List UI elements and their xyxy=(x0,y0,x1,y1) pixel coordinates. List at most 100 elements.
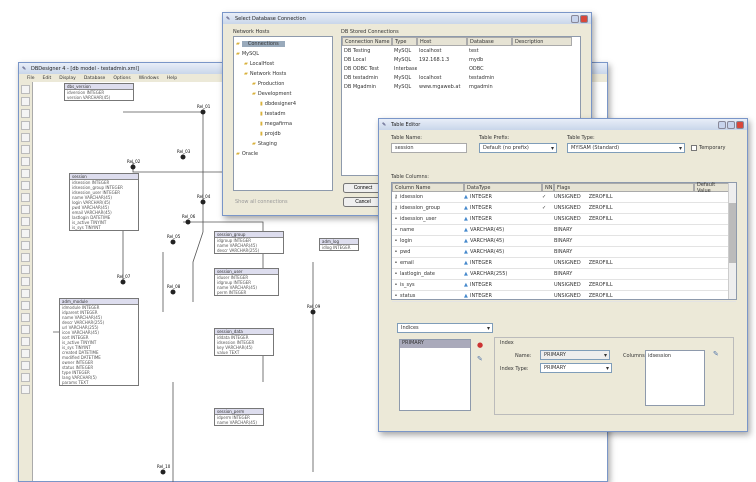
column-header[interactable]: Type xyxy=(392,37,417,46)
menu-item[interactable]: Windows xyxy=(139,76,159,81)
column-row[interactable]: • email ▲ INTEGER UNSIGNED ZEROFILL xyxy=(392,258,736,269)
flag-checkbox[interactable]: ZEROFILL xyxy=(589,205,613,211)
relation-node[interactable] xyxy=(200,199,206,205)
relation-node[interactable] xyxy=(200,109,206,115)
tool-icon[interactable] xyxy=(21,109,30,118)
tree-node[interactable]: ▰ Network Hosts xyxy=(236,69,330,79)
tool-icon[interactable] xyxy=(21,265,30,274)
index-name-input[interactable]: PRIMARY xyxy=(540,350,610,360)
tree-node[interactable]: ▰ MySQL xyxy=(236,49,330,59)
connection-row[interactable]: DB Mgadmin MySQL www.mgaweb.at mgadmin xyxy=(342,82,580,91)
connection-row[interactable]: DB Testing MySQL localhost test xyxy=(342,46,580,55)
help-button[interactable] xyxy=(571,14,579,23)
hosts-tree[interactable]: ▰ Connections ▰ MySQL ▰ LocalHost ▰ Network Hos… xyxy=(233,36,333,191)
column-row[interactable]: • name ▲ VARCHAR(45) BINARY xyxy=(392,225,736,236)
tree-node[interactable]: ▰ Staging xyxy=(236,139,330,149)
diagram-table[interactable]: session_data iddata INTEGER idsession INTE… xyxy=(214,328,274,356)
tool-icon[interactable] xyxy=(21,241,30,250)
not-null-check[interactable]: ✓ xyxy=(542,205,554,211)
flag-checkbox[interactable]: BINARY xyxy=(554,249,572,255)
tree-node[interactable]: ▮ projdb xyxy=(236,129,330,139)
column-header[interactable]: Database xyxy=(467,37,512,46)
relation-node[interactable] xyxy=(130,164,136,170)
tree-node[interactable]: ▰ Oracle xyxy=(236,149,330,159)
tree-node[interactable]: ▮ megafirma xyxy=(236,119,330,129)
close-button[interactable] xyxy=(736,120,744,129)
diagram-table[interactable]: adm_log idlog INTEGER xyxy=(319,238,359,251)
flag-checkbox[interactable]: BINARY xyxy=(554,238,572,244)
column-header[interactable]: Host xyxy=(417,37,467,46)
menu-item[interactable]: Display xyxy=(59,76,76,81)
tree-node[interactable]: ▰ Connections xyxy=(236,39,330,49)
diagram-table[interactable]: session idsession INTEGER idsession_group … xyxy=(69,173,139,231)
prefix-select[interactable]: Default (no prefix) xyxy=(479,143,557,153)
flag-checkbox[interactable]: ZEROFILL xyxy=(589,216,613,222)
menu-item[interactable]: Options xyxy=(113,76,130,81)
tool-icon[interactable] xyxy=(21,217,30,226)
diagram-table[interactable]: session_user iduser INTEGER idgroup INTEGE… xyxy=(214,268,279,296)
index-item[interactable]: PRIMARY xyxy=(400,340,470,348)
diagram-table[interactable]: dbs_version idversion INTEGER version VARC… xyxy=(64,83,134,101)
index-type-select[interactable]: PRIMARY xyxy=(540,363,612,373)
relation-node[interactable] xyxy=(310,309,316,315)
tree-node[interactable]: ▮ testadm xyxy=(236,109,330,119)
tool-icon[interactable] xyxy=(21,385,30,394)
relation-node[interactable] xyxy=(160,469,166,475)
tool-icon[interactable] xyxy=(21,97,30,106)
column-row[interactable]: • is_sys ▲ INTEGER UNSIGNED ZEROFILL xyxy=(392,280,736,291)
index-column-item[interactable]: idsession xyxy=(648,353,671,359)
show-all-checkbox[interactable]: Show all connections xyxy=(235,199,288,205)
diagram-table[interactable]: session_group idgroup INTEGER name VARCHAR… xyxy=(214,231,284,254)
flag-checkbox[interactable]: BINARY xyxy=(554,227,572,233)
tool-icon[interactable] xyxy=(21,301,30,310)
flag-checkbox[interactable]: UNSIGNED xyxy=(554,293,581,299)
tool-icon[interactable] xyxy=(21,325,30,334)
relation-line[interactable] xyxy=(192,231,204,302)
flag-checkbox[interactable]: ZEROFILL xyxy=(589,194,613,200)
tree-node[interactable]: ▰ Production xyxy=(236,79,330,89)
flag-checkbox[interactable]: ZEROFILL xyxy=(589,293,613,299)
flag-checkbox[interactable]: ZEROFILL xyxy=(589,260,613,266)
column-row[interactable]: • lastlogin_date ▲ VARCHAR(255) BINARY xyxy=(392,269,736,280)
table-type-select[interactable]: MYISAM (Standard) xyxy=(567,143,685,153)
flag-checkbox[interactable]: UNSIGNED xyxy=(554,194,581,200)
relation-node[interactable] xyxy=(120,279,126,285)
relation-node[interactable] xyxy=(170,289,176,295)
column-header[interactable]: Column Name xyxy=(392,183,464,192)
column-row[interactable]: • status ▲ INTEGER UNSIGNED ZEROFILL xyxy=(392,291,736,302)
column-row[interactable]: • login ▲ VARCHAR(45) BINARY xyxy=(392,236,736,247)
flag-checkbox[interactable]: ZEROFILL xyxy=(589,282,613,288)
relation-node[interactable] xyxy=(180,154,186,160)
cancel-button[interactable]: Cancel xyxy=(343,197,383,207)
tree-node[interactable]: ▰ LocalHost xyxy=(236,59,330,69)
connection-row[interactable]: DB Local MySQL 192.168.1.3 mydb xyxy=(342,55,580,64)
indices-list[interactable]: PRIMARY xyxy=(399,339,471,411)
flag-checkbox[interactable]: UNSIGNED xyxy=(554,282,581,288)
tool-icon[interactable] xyxy=(21,313,30,322)
flag-checkbox[interactable]: UNSIGNED xyxy=(554,216,581,222)
menu-item[interactable]: Database xyxy=(84,76,105,81)
maximize-button[interactable] xyxy=(727,120,735,129)
column-header[interactable]: Default Value xyxy=(694,182,730,194)
tool-icon[interactable] xyxy=(21,121,30,130)
relation-node[interactable] xyxy=(170,239,176,245)
tool-icon[interactable] xyxy=(21,229,30,238)
relation-line[interactable] xyxy=(123,111,204,157)
index-columns-list[interactable]: idsession xyxy=(645,350,705,406)
tool-icon[interactable] xyxy=(21,289,30,298)
edit-columns-icon[interactable]: ✎ xyxy=(713,350,719,358)
connection-row[interactable]: DB testadmin MySQL localhost testadmin xyxy=(342,73,580,82)
menu-item[interactable]: Help xyxy=(167,76,177,81)
flag-checkbox[interactable]: UNSIGNED xyxy=(554,205,581,211)
tool-icon[interactable] xyxy=(21,193,30,202)
column-header[interactable]: NN xyxy=(542,183,554,192)
not-null-check[interactable]: ✓ xyxy=(542,194,554,200)
menu-item[interactable]: Edit xyxy=(43,76,52,81)
column-row[interactable]: ⚷ idsession ▲ INTEGER ✓ UNSIGNED ZEROFILL xyxy=(392,192,736,203)
edit-index-icon[interactable]: ✎ xyxy=(477,355,483,363)
connection-row[interactable]: DB ODBC Test Interbase ODBC xyxy=(342,64,580,73)
diagram-table[interactable]: session_perm idperm INTEGER name VARCHAR(4… xyxy=(214,408,264,426)
diagram-table[interactable]: adm_module idmodule INTEGER idparent INTEG… xyxy=(59,298,139,386)
columns-grid[interactable]: Column Name DataType NN Flags Default Value ⚷… xyxy=(391,182,737,302)
flag-checkbox[interactable]: BINARY xyxy=(554,271,572,277)
